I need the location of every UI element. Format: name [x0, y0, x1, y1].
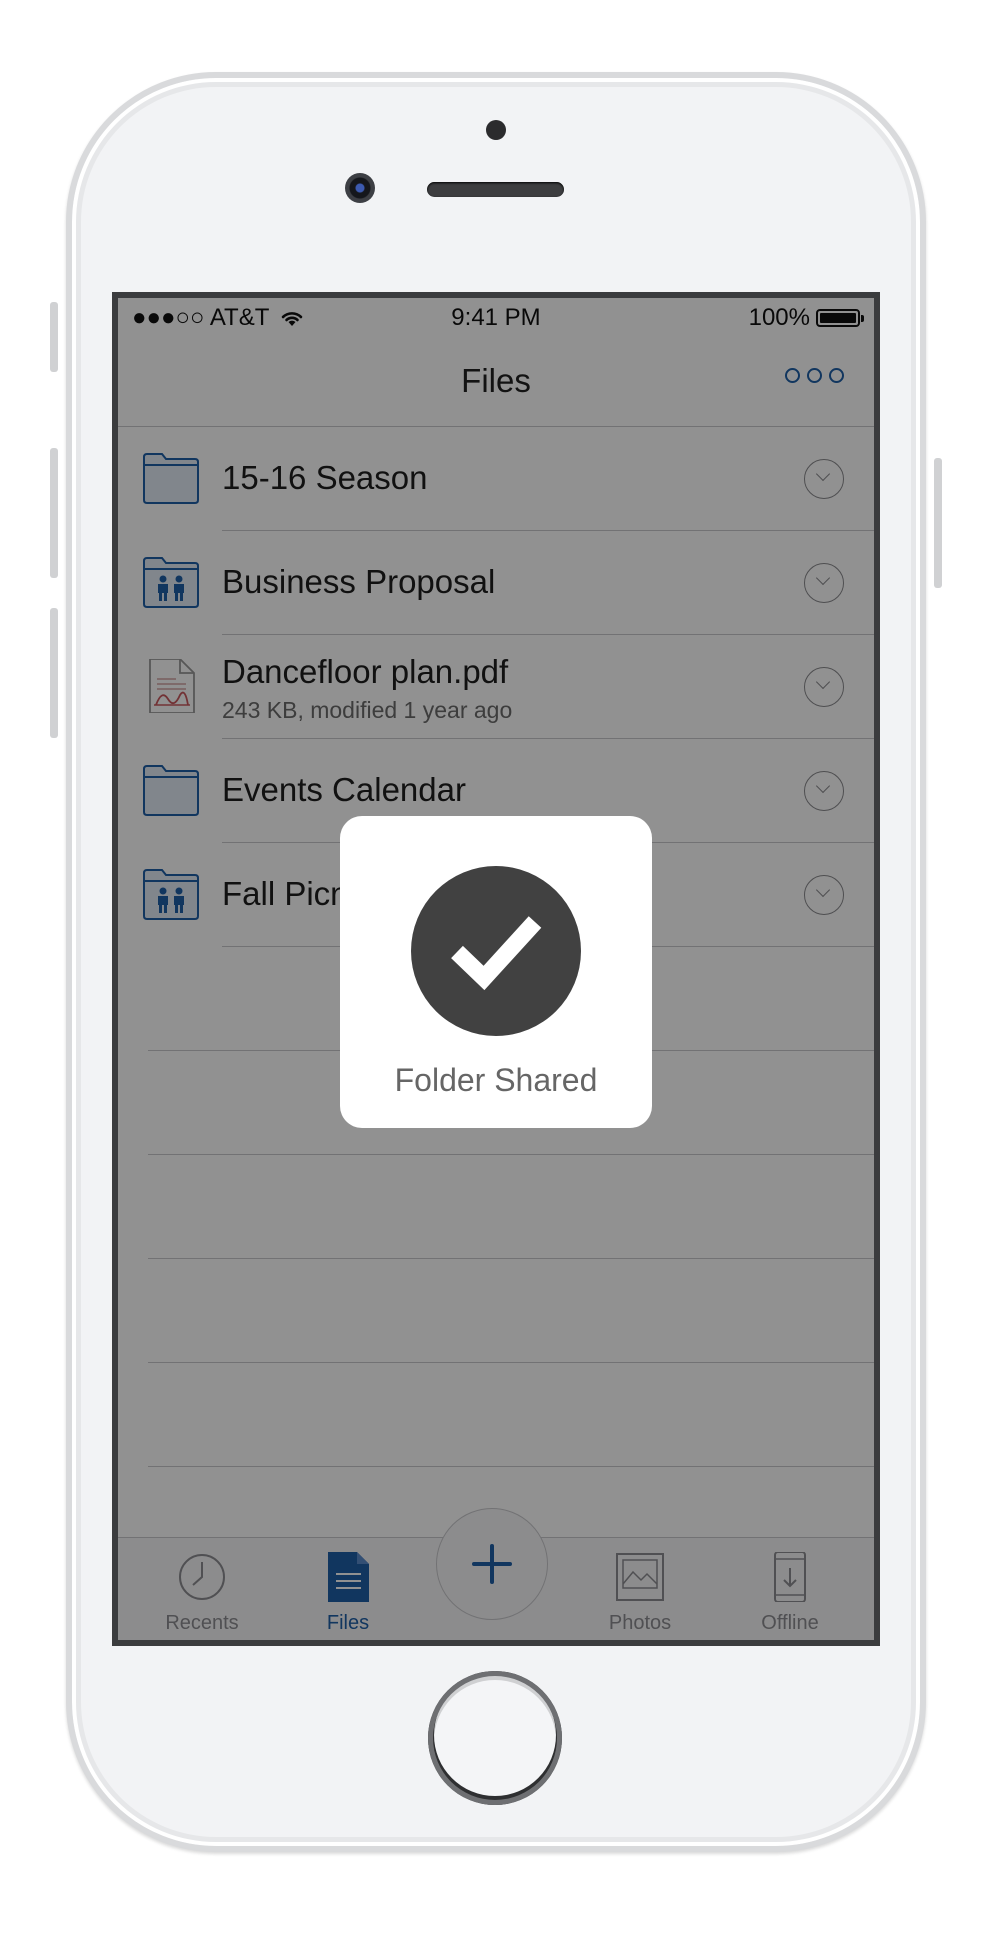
mute-switch — [50, 302, 58, 372]
proximity-sensor — [486, 120, 506, 140]
success-badge — [411, 866, 581, 1036]
app-display: ●●●○○ AT&T 9:41 PM 100% Files 15-16 Seas… — [118, 298, 874, 1640]
screen-bezel: ●●●○○ AT&T 9:41 PM 100% Files 15-16 Seas… — [112, 292, 880, 1646]
volume-down-button — [50, 608, 58, 738]
checkmark-icon — [451, 916, 542, 991]
power-button — [934, 458, 942, 588]
front-camera — [345, 173, 375, 203]
earpiece-speaker — [427, 182, 564, 197]
volume-up-button — [50, 448, 58, 578]
folder-shared-toast: Folder Shared — [340, 816, 652, 1128]
toast-label: Folder Shared — [394, 1062, 598, 1098]
home-button[interactable] — [428, 1671, 562, 1805]
